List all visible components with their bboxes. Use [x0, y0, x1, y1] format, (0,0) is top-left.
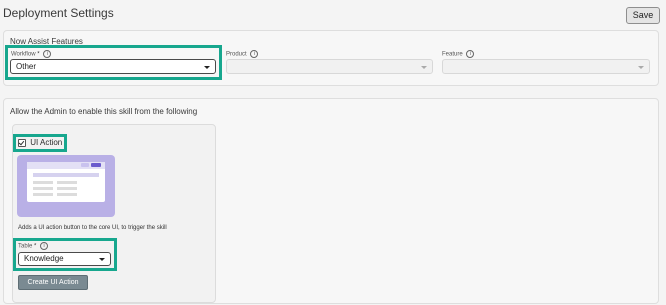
info-icon[interactable]: i	[43, 50, 52, 58]
feature-select[interactable]	[442, 59, 650, 74]
ui-action-description: Adds a UI action button to the core UI, …	[18, 225, 167, 231]
workflow-select[interactable]: Other	[10, 59, 216, 74]
enable-title: Allow the Admin to enable this skill fro…	[10, 107, 198, 116]
ui-action-checkbox-label: UI Action	[30, 138, 63, 147]
workflow-label: Workflow * i	[11, 50, 52, 58]
save-button[interactable]: Save	[626, 7, 660, 24]
product-select[interactable]	[226, 59, 433, 74]
create-ui-action-button[interactable]: Create UI Action	[18, 275, 88, 290]
chevron-down-icon	[638, 65, 644, 69]
info-icon[interactable]: i	[466, 50, 475, 58]
page-title: Deployment Settings	[3, 6, 114, 20]
table-select[interactable]: Knowledge	[18, 252, 111, 266]
product-label: Product i	[226, 50, 259, 58]
checkbox-checked-icon[interactable]	[18, 138, 26, 147]
chevron-down-icon	[204, 65, 210, 69]
feature-label: Feature i	[442, 50, 475, 58]
chevron-down-icon	[99, 258, 105, 261]
ui-action-illustration	[17, 155, 115, 217]
info-icon[interactable]: i	[40, 242, 49, 250]
table-label: Table * i	[18, 242, 49, 250]
ui-action-checkbox-row[interactable]: UI Action	[18, 138, 62, 148]
info-icon[interactable]: i	[250, 50, 259, 58]
chevron-down-icon	[421, 65, 427, 69]
